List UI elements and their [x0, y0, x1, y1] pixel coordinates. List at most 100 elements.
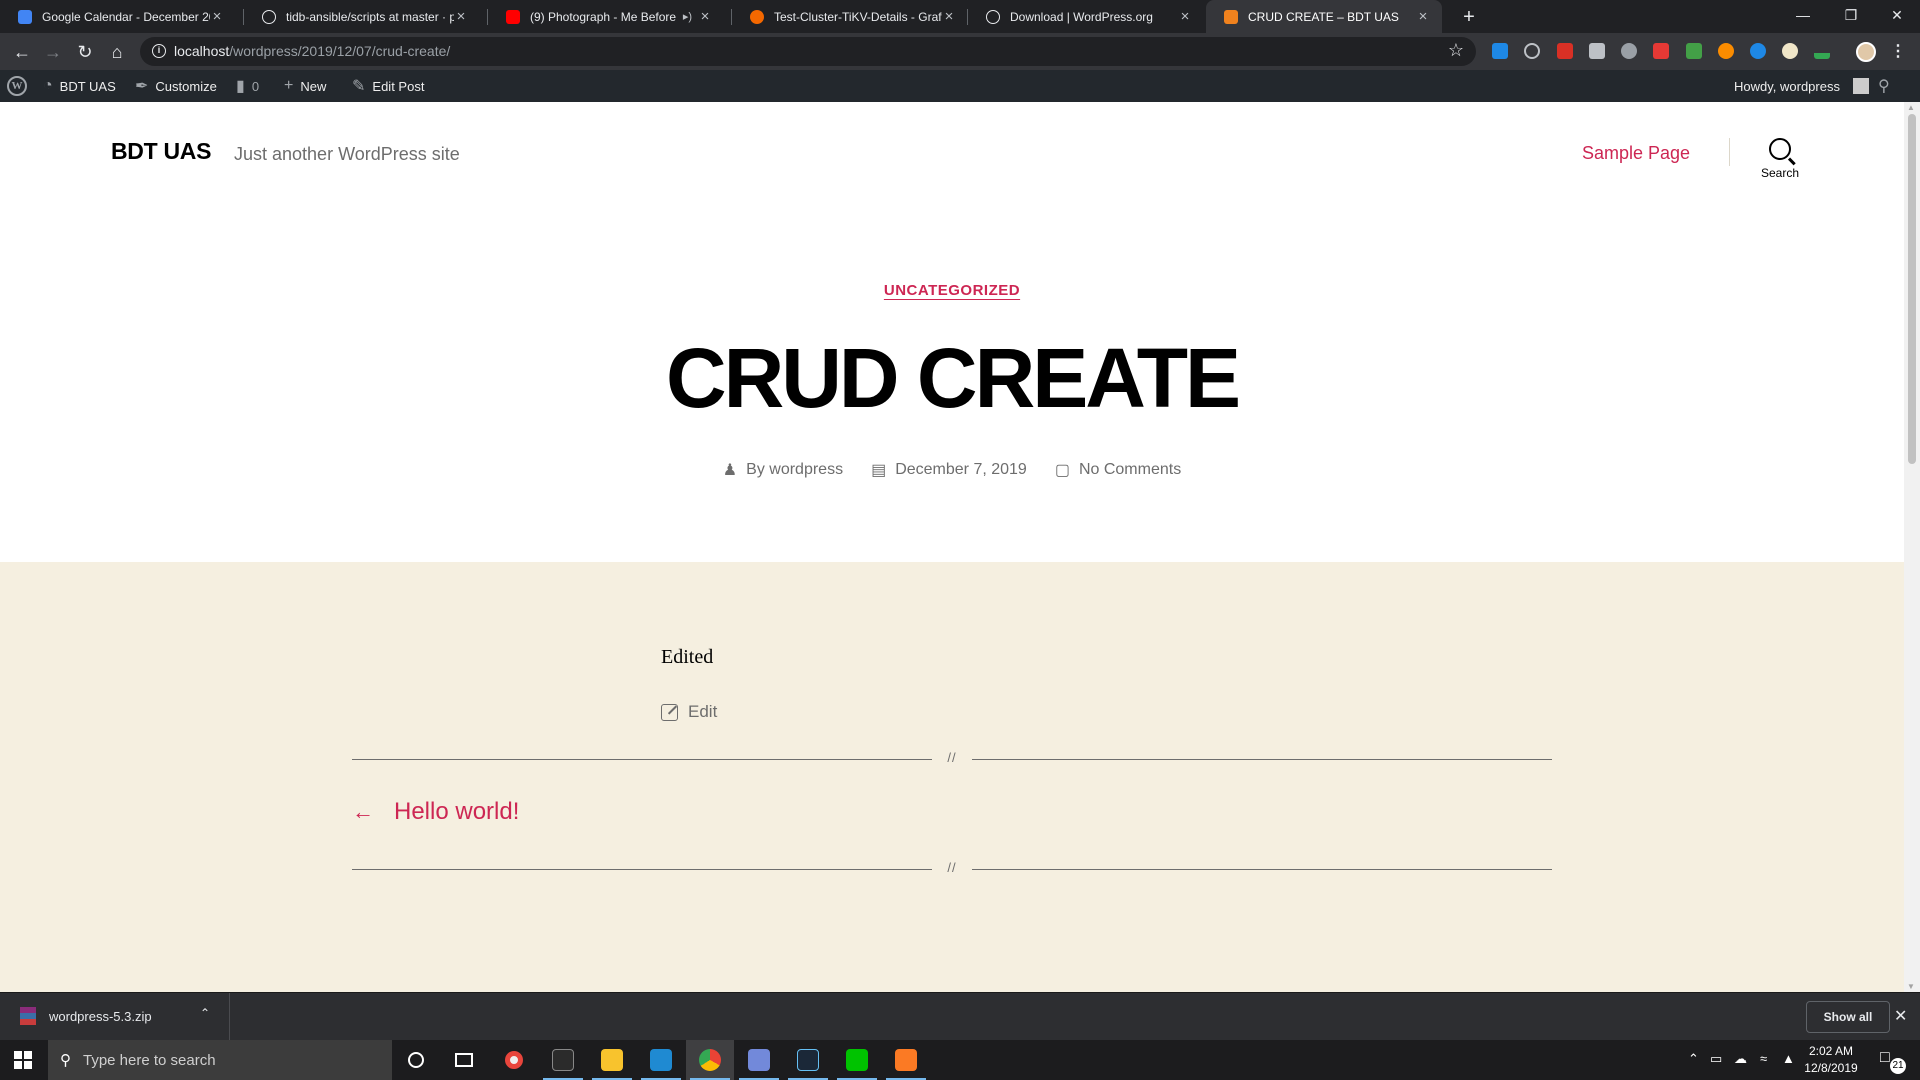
profile-avatar[interactable]: [1856, 42, 1876, 62]
cortana-icon[interactable]: [392, 1040, 440, 1080]
reload-icon[interactable]: ↻: [73, 40, 97, 64]
xampp-icon[interactable]: [882, 1040, 930, 1080]
app-red-icon[interactable]: [490, 1040, 538, 1080]
scroll-up-icon[interactable]: ▲: [1907, 103, 1915, 112]
close-tab-icon[interactable]: ×: [1178, 8, 1192, 25]
section-separator: //: [352, 860, 1552, 876]
chevron-up-icon[interactable]: ⌃: [1688, 1051, 1699, 1067]
minimize-button[interactable]: —: [1780, 0, 1826, 33]
download-bar: wordpress-5.3.zip ⌃ Show all ✕: [0, 992, 1920, 1041]
battery-icon[interactable]: ▭: [1710, 1051, 1722, 1067]
extension-shield-icon[interactable]: [1557, 43, 1573, 59]
post-date[interactable]: ▤ December 7, 2019: [871, 460, 1027, 480]
close-tab-icon[interactable]: ×: [1416, 8, 1430, 25]
extension-pen-icon[interactable]: [1814, 43, 1830, 59]
close-window-button[interactable]: ✕: [1874, 0, 1920, 33]
extension-puzzle-icon[interactable]: [1686, 43, 1702, 59]
forward-arrow-icon[interactable]: →: [41, 40, 65, 64]
admin-bar-customize[interactable]: ✒ Customize: [135, 70, 217, 102]
avatar: [1852, 78, 1869, 94]
tab-google-calendar[interactable]: Google Calendar - December 20 ×: [0, 0, 236, 33]
speaker-icon[interactable]: ▸): [683, 10, 692, 23]
admin-bar-account[interactable]: Howdy, wordpress: [1734, 70, 1869, 102]
close-tab-icon[interactable]: ×: [210, 8, 224, 25]
search-toggle-button[interactable]: Search: [1748, 138, 1812, 180]
extension-blue-icon[interactable]: [1750, 43, 1766, 59]
extension-x-icon[interactable]: [1718, 43, 1734, 59]
extension-globe-icon[interactable]: [1621, 43, 1637, 59]
tab-title: Google Calendar - December 20: [42, 9, 210, 24]
url-text[interactable]: localhost/wordpress/2019/12/07/crud-crea…: [174, 43, 450, 59]
tab-wordpress-download[interactable]: Download | WordPress.org ×: [968, 0, 1204, 33]
chrome-icon[interactable]: [686, 1040, 734, 1080]
onedrive-icon[interactable]: ☁: [1734, 1051, 1747, 1067]
tab-youtube[interactable]: (9) Photograph - Me Before ▸) ×: [488, 0, 724, 33]
extension-santa-icon[interactable]: [1653, 43, 1669, 59]
url-host: localhost: [174, 43, 230, 59]
taskbar-search-box[interactable]: ⚲ Type here to search: [48, 1040, 392, 1080]
category-link[interactable]: UNCATEGORIZED: [884, 282, 1020, 299]
info-icon[interactable]: i: [152, 44, 166, 58]
tab-grafana[interactable]: Test-Cluster-TiKV-Details - Grafa ×: [732, 0, 968, 33]
admin-bar-edit-post[interactable]: ✎ Edit Post: [352, 70, 424, 102]
admin-bar-search[interactable]: ⚲: [1878, 70, 1890, 102]
line-icon[interactable]: [833, 1040, 881, 1080]
person-icon: ♟: [722, 462, 738, 479]
extension-react-icon[interactable]: [1524, 43, 1540, 59]
restore-button[interactable]: ❐: [1828, 0, 1874, 33]
post-content: Edited: [661, 646, 714, 668]
terminal-icon[interactable]: [539, 1040, 587, 1080]
new-tab-button[interactable]: +: [1456, 4, 1482, 30]
tab-title: Test-Cluster-TiKV-Details - Grafa: [774, 9, 942, 24]
task-view-icon[interactable]: [440, 1040, 488, 1080]
extension-chat-icon[interactable]: [1589, 43, 1605, 59]
file-explorer-icon[interactable]: [588, 1040, 636, 1080]
search-icon: [1769, 138, 1791, 160]
discord-icon[interactable]: [735, 1040, 783, 1080]
close-tab-icon[interactable]: ×: [698, 8, 712, 25]
admin-bar-comments[interactable]: ▮ 0: [236, 70, 259, 102]
taskbar-clock[interactable]: 2:02 AM 12/8/2019: [1796, 1043, 1866, 1077]
volume-icon[interactable]: ▲: [1782, 1051, 1795, 1066]
previous-post-link[interactable]: ← Hello world!: [352, 798, 519, 826]
steam-icon[interactable]: [784, 1040, 832, 1080]
author-label: By wordpress: [746, 461, 844, 478]
edit-post-label: Edit Post: [372, 78, 425, 94]
extension-cookie-icon[interactable]: [1782, 43, 1798, 59]
extension-s-icon[interactable]: [1492, 43, 1508, 59]
calendar-icon: [18, 9, 32, 24]
windows-start-icon[interactable]: [14, 1051, 32, 1069]
wifi-icon[interactable]: ≈: [1760, 1051, 1767, 1066]
vscode-icon[interactable]: [637, 1040, 685, 1080]
admin-bar-site-name[interactable]: ◔ BDT UAS: [43, 70, 116, 102]
scroll-thumb[interactable]: [1908, 114, 1916, 464]
header-divider: [1729, 138, 1730, 166]
close-icon[interactable]: ✕: [1894, 1006, 1907, 1026]
tab-crud-create[interactable]: CRUD CREATE – BDT UAS ×: [1206, 0, 1442, 33]
tab-title: (9) Photograph - Me Before: [530, 9, 677, 24]
close-tab-icon[interactable]: ×: [942, 8, 956, 25]
show-all-button[interactable]: Show all: [1806, 1001, 1890, 1033]
arrow-left-icon: ←: [352, 799, 374, 824]
page-scrollbar[interactable]: ▲ ▼: [1904, 102, 1920, 992]
post-comments[interactable]: ▢ No Comments: [1055, 460, 1181, 480]
home-icon[interactable]: ⌂: [105, 40, 129, 64]
download-item[interactable]: wordpress-5.3.zip ⌃: [0, 993, 230, 1041]
post-author[interactable]: ♟ By wordpress: [723, 460, 843, 480]
page-viewport: BDT UAS Just another WordPress site Samp…: [0, 102, 1904, 992]
comment-icon: ▢: [1054, 462, 1070, 479]
chevron-up-icon[interactable]: ⌃: [200, 1006, 210, 1020]
customize-label: Customize: [155, 78, 217, 94]
menu-dots-icon[interactable]: ⋮: [1890, 41, 1906, 61]
bookmark-star-icon[interactable]: ☆: [1448, 40, 1464, 61]
admin-bar-new[interactable]: + New: [284, 70, 326, 102]
wp-logo-menu[interactable]: W: [7, 70, 27, 102]
close-tab-icon[interactable]: ×: [454, 8, 468, 25]
nav-item-sample-page[interactable]: Sample Page: [1582, 143, 1690, 164]
scroll-down-icon[interactable]: ▼: [1907, 982, 1915, 991]
edit-post-link[interactable]: Edit: [661, 702, 717, 722]
site-title[interactable]: BDT UAS: [111, 138, 211, 165]
tab-github[interactable]: tidb-ansible/scripts at master · p ×: [244, 0, 480, 33]
back-arrow-icon[interactable]: ←: [10, 40, 34, 64]
address-bar[interactable]: i localhost/wordpress/2019/12/07/crud-cr…: [140, 37, 1476, 66]
